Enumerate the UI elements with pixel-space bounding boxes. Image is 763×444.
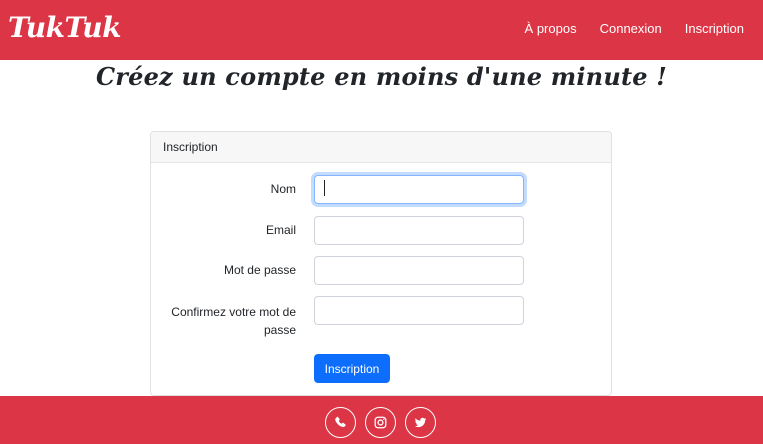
nav-links: À propos Connexion Inscription xyxy=(525,21,744,36)
nav-link-signup[interactable]: Inscription xyxy=(685,21,744,36)
confirm-password-label-line1: Confirmez votre mot de xyxy=(171,305,296,319)
top-navbar: TukTuk À propos Connexion Inscription xyxy=(0,0,763,60)
confirm-password-label-line2: passe xyxy=(263,323,296,337)
email-label: Email xyxy=(265,223,296,237)
phone-icon xyxy=(335,416,346,427)
nav-link-about[interactable]: À propos xyxy=(525,21,577,36)
confirm-password-label: Confirmez votre mot de passe xyxy=(156,303,296,339)
email-input[interactable] xyxy=(314,216,524,245)
social-links xyxy=(325,407,436,438)
signup-card: Inscription Nom Email Mot de passe Confi… xyxy=(150,131,612,396)
text-caret xyxy=(324,180,325,196)
brand-logo[interactable]: TukTuk xyxy=(8,11,122,44)
twitter-button[interactable] xyxy=(405,407,436,438)
signup-submit-button[interactable]: Inscription xyxy=(314,354,390,383)
footer xyxy=(0,396,763,444)
nav-link-login[interactable]: Connexion xyxy=(600,21,662,36)
twitter-icon xyxy=(414,417,427,428)
name-label: Nom xyxy=(270,182,296,196)
password-label: Mot de passe xyxy=(223,263,296,277)
password-input[interactable] xyxy=(314,256,524,285)
name-input[interactable] xyxy=(314,175,524,204)
phone-button[interactable] xyxy=(325,407,356,438)
confirm-password-input[interactable] xyxy=(314,296,524,325)
instagram-button[interactable] xyxy=(365,407,396,438)
card-header: Inscription xyxy=(151,132,611,163)
page-headline: Créez un compte en moins d'une minute ! xyxy=(95,62,668,91)
instagram-icon xyxy=(374,416,387,429)
